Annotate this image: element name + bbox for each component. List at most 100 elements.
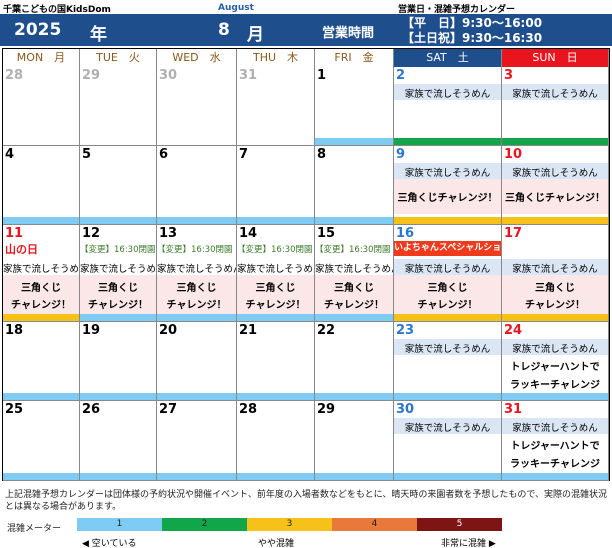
hours-change-notice: 【変更】16:30閉園 [80,245,156,255]
day-number: 11 [5,226,24,241]
day-cell: 19 [80,322,157,401]
day-number: 28 [5,68,24,83]
day-cell: 3 家族で流しそうめん [502,67,609,146]
challenge-event: チャレンジ！ [88,300,148,311]
event-item: 家族で流しそうめん [3,264,80,275]
congestion-band [3,314,79,321]
meter-level-3: 3 [247,518,332,531]
day-cell: 23 家族で流しそうめん [394,322,502,401]
day-cell: 5 [80,146,157,225]
day-cell: 18 [3,322,80,401]
day-cell: 21 [237,322,315,401]
month-english: August [218,3,254,13]
congestion-band [237,473,314,480]
event-item: 家族で流しそうめん [80,264,157,275]
congestion-meter: 1 2 3 4 5 [77,518,502,531]
day-cell: 8 [315,146,394,225]
day-number: 13 [159,226,178,241]
day-number: 16 [396,226,415,241]
congestion-band [157,393,236,400]
treasure-event: トレジャーハントで [510,362,600,373]
congestion-band [394,217,501,224]
day-number: 29 [317,402,336,417]
hours-block: 【平 日】9:30～16:00 【土日祝】9:30～16:30 [402,16,542,46]
day-cell: 15 【変更】16:30閉園 家族で流しそうめん 三角くじ チャレンジ！ [315,225,394,322]
day-number: 19 [82,323,101,338]
weekday-header: SAT 土 [394,49,502,67]
meter-level-2: 2 [162,518,247,531]
day-cell: 30 [157,67,237,146]
congestion-band [315,473,393,480]
congestion-band [3,217,79,224]
day-number: 8 [317,147,327,162]
challenge-event: 三角くじ [255,283,296,294]
day-number: 17 [504,226,523,241]
weekday-header-row: MON 月 TUE 火 WED 水 THU 木 FRI 金 SAT 土 SUN 日 [3,49,609,67]
disclaimer-note: 上記混雑予想カレンダーは団体様の予約状況や開催イベント、前年度の入場者数などをも… [5,490,608,512]
day-number: 15 [317,226,336,241]
congestion-band [315,393,393,400]
day-number: 23 [396,323,415,338]
day-number: 3 [504,68,514,83]
day-number: 6 [159,147,169,162]
day-cell: 4 [3,146,80,225]
scale-empty: ◀ 空いている [82,539,137,548]
challenge-event: チャレンジ！ [166,300,227,311]
congestion-band [80,473,156,480]
hours-change-notice: 【変更】16:30閉園 [315,245,391,255]
challenge-event: 三角くじ [535,283,575,294]
event-item: 家族で流しそうめん [315,264,394,275]
day-cell: 17 家族で流しそうめん 三角くじチャレンジ！ [502,225,609,322]
holiday-label: 山の日 [5,243,38,256]
hours-change-notice: 【変更】16:30閉園 [157,245,233,255]
day-cell: 6 [157,146,237,225]
treasure-event: トレジャーハントで [510,441,600,452]
event-item: 家族で流しそうめん [512,264,598,275]
event-item: 家族で流しそうめん [512,168,598,179]
congestion-band [237,217,314,224]
month-suffix: 月 [247,25,264,45]
meter-label: 混雑メーター [7,524,62,534]
day-number: 18 [5,323,24,338]
challenge-event: チャレンジ！ [525,300,585,311]
meter-level-4: 4 [332,518,417,531]
hours-label: 営業時間 [322,26,375,41]
title-bar: 2025 年 8 月 営業時間 【平 日】9:30～16:00 【土日祝】9:3… [0,14,612,46]
congestion-band [237,314,314,321]
scale-busy: やや混雑 [258,539,295,548]
day-number: 27 [159,402,178,417]
congestion-band [394,393,501,400]
challenge-event: 三角くじ [21,283,61,294]
day-number: 14 [239,226,258,241]
day-cell: 12 【変更】16:30閉園 家族で流しそうめん 三角くじチャレンジ！ [80,225,157,322]
congestion-band [315,138,393,145]
congestion-band [394,314,501,321]
meter-level-5: 5 [417,518,502,531]
day-cell: 27 [157,401,237,481]
weekday-header: FRI 金 [315,49,394,67]
day-cell: 2 家族で流しそうめん [394,67,502,146]
day-cell: 29 [315,401,394,481]
day-number: 7 [239,147,249,162]
congestion-band [3,393,79,400]
day-number: 12 [82,226,101,241]
day-number: 28 [239,402,258,417]
day-number: 5 [82,147,92,162]
weekday-header: MON 月 [3,49,80,67]
day-cell: 28 [3,67,80,146]
day-number: 4 [5,147,15,162]
event-item: 家族で流しそうめん [512,89,598,100]
special-show-banner: いよちゃんスペシャルショー [394,241,501,256]
challenge-event: 三角くじ [98,283,138,294]
congestion-band [157,473,236,480]
day-cell: 22 [315,322,394,401]
day-cell: 1 [315,67,394,146]
scale-very-busy: 非常に混雑 ▶ [441,539,496,548]
day-number: 2 [396,68,406,83]
weekday-header: SUN 日 [502,49,609,67]
challenge-event: チャレンジ！ [11,300,71,311]
treasure-event: ラッキーチャレンジ [510,380,600,391]
congestion-band [157,217,236,224]
day-number: 31 [504,402,523,417]
challenge-event: チャレンジ！ [324,300,384,311]
